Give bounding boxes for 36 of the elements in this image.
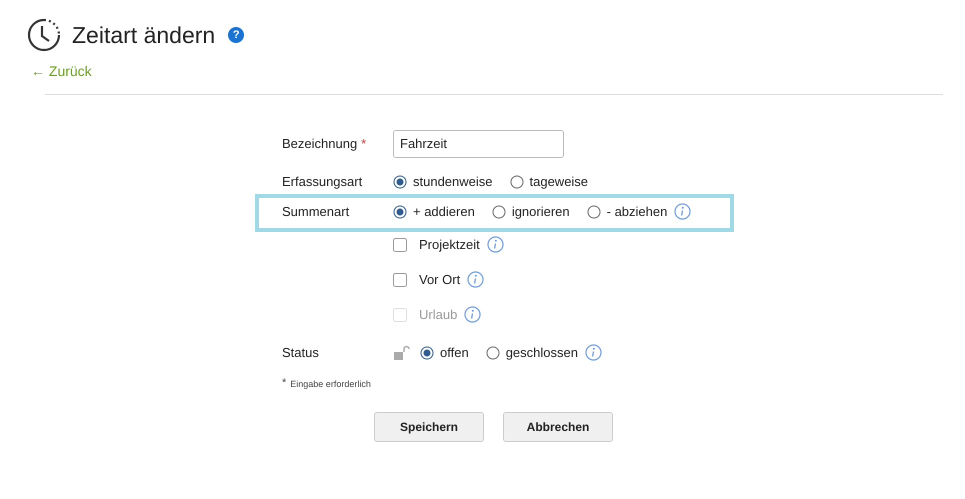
checkbox-label[interactable]: Projektzeit — [419, 234, 480, 254]
checkbox[interactable] — [393, 238, 407, 252]
help-button[interactable]: ? — [228, 27, 244, 44]
page-title: Zeitart ändern — [72, 21, 216, 50]
option-label[interactable]: tageweise — [530, 172, 588, 192]
option-label[interactable]: - abziehen — [606, 202, 668, 222]
field-label: Status — [282, 344, 319, 362]
info-icon[interactable] — [584, 344, 602, 361]
radio-button[interactable] — [492, 204, 506, 218]
option-label[interactable]: geschlossen — [506, 342, 578, 362]
form-button[interactable]: Abbrechen — [503, 412, 613, 442]
form-button[interactable]: Speichern — [374, 412, 484, 442]
text-field[interactable]: Fahrzeit — [393, 130, 564, 158]
required-mark: * — [361, 134, 366, 153]
option-label[interactable]: + addieren — [413, 202, 475, 222]
clock-icon — [27, 18, 61, 52]
radio-button[interactable] — [486, 346, 500, 360]
info-icon[interactable] — [467, 271, 484, 288]
footnote-text: Eingabe erforderlich — [290, 378, 371, 391]
option-label[interactable]: stundenweise — [413, 172, 492, 192]
radio-button[interactable] — [393, 204, 407, 218]
option-label[interactable]: ignorieren — [512, 202, 570, 222]
radio-button[interactable] — [393, 174, 407, 188]
field-label: Erfassungsart — [282, 172, 362, 191]
required-mark: * — [282, 378, 286, 388]
info-icon[interactable] — [486, 236, 504, 253]
info-icon[interactable] — [674, 203, 692, 220]
field-label: Summenart — [282, 202, 350, 221]
checkbox[interactable] — [393, 272, 407, 286]
radio-button[interactable] — [510, 174, 524, 188]
option-label[interactable]: offen — [440, 342, 469, 362]
radio-button[interactable] — [420, 346, 434, 360]
radio-button[interactable] — [586, 204, 601, 218]
checkbox-label[interactable]: Vor Ort — [419, 270, 460, 290]
field-label: Bezeichnung — [282, 134, 358, 153]
checkbox-label: Urlaub — [419, 306, 458, 324]
